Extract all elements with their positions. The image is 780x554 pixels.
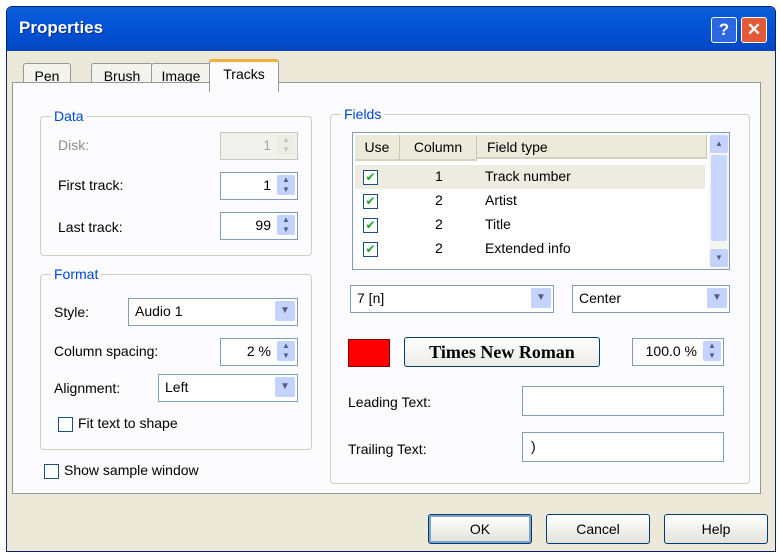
trailing-text-input[interactable]: ) — [522, 432, 724, 462]
use-checkbox[interactable]: ✔ — [363, 218, 378, 233]
column-header-field-type[interactable]: Field type — [477, 135, 707, 159]
chevron-down-icon[interactable]: ▼ — [275, 377, 295, 397]
table-row[interactable]: ✔ 2 Artist — [355, 189, 705, 213]
cancel-button[interactable]: Cancel — [546, 514, 650, 544]
show-sample-checkbox[interactable] — [44, 464, 59, 479]
title-close-button[interactable]: ✕ — [741, 17, 767, 43]
column-cell: 2 — [435, 192, 443, 208]
column-cell: 1 — [435, 168, 443, 184]
list-scrollbar[interactable]: ▲ ▼ — [709, 133, 729, 269]
field-type-cell: Extended info — [485, 240, 571, 256]
column-spacing-value[interactable]: 2 % — [247, 343, 271, 359]
use-checkbox[interactable]: ✔ — [363, 242, 378, 257]
help-button[interactable]: Help — [664, 514, 768, 544]
spin-arrows-icon[interactable]: ▲ ▼ — [277, 215, 295, 235]
disk-value: 1 — [263, 137, 271, 153]
trailing-text-value: ) — [531, 438, 536, 454]
last-track-value[interactable]: 99 — [255, 217, 271, 233]
alignment-value: Left — [165, 379, 189, 395]
spin-arrows-icon[interactable]: ▲ ▼ — [277, 175, 295, 195]
field-align-value: Center — [579, 290, 622, 306]
chevron-down-icon[interactable]: ▼ — [531, 288, 551, 308]
disk-spinner: 1 ▲ ▼ — [220, 132, 298, 160]
spin-arrows-icon[interactable]: ▲ ▼ — [277, 341, 295, 361]
field-format-value: 7 [n] — [357, 290, 385, 306]
scroll-thumb[interactable] — [711, 155, 727, 241]
title-help-button[interactable]: ? — [711, 17, 737, 43]
chevron-down-icon[interactable]: ▼ — [275, 301, 295, 321]
field-type-cell: Title — [485, 216, 511, 232]
table-row[interactable]: ✔ 2 Title — [355, 213, 705, 237]
chevron-down-icon[interactable]: ▼ — [707, 288, 727, 308]
alignment-combo[interactable]: Left ▼ — [158, 374, 298, 402]
title-bar[interactable]: Properties ? ✕ — [7, 7, 775, 51]
last-track-spinner[interactable]: 99 ▲ ▼ — [220, 212, 298, 240]
column-spacing-spinner[interactable]: 2 % ▲ ▼ — [220, 338, 298, 366]
ok-button[interactable]: OK — [428, 514, 532, 544]
last-track-label: Last track: — [58, 219, 123, 235]
scroll-up-icon[interactable]: ▲ — [710, 135, 728, 153]
column-cell: 2 — [435, 216, 443, 232]
color-swatch[interactable] — [348, 339, 390, 367]
column-header-use[interactable]: Use — [355, 135, 400, 161]
leading-text-input[interactable] — [522, 386, 724, 416]
spin-arrows-icon[interactable]: ▲ ▼ — [703, 341, 721, 361]
first-track-spinner[interactable]: 1 ▲ ▼ — [220, 172, 298, 200]
trailing-text-label: Trailing Text: — [348, 441, 427, 457]
column-spacing-label: Column spacing: — [54, 343, 159, 359]
first-track-label: First track: — [58, 177, 124, 193]
leading-text-label: Leading Text: — [348, 394, 432, 410]
column-cell: 2 — [435, 240, 443, 256]
scroll-down-icon[interactable]: ▼ — [710, 249, 728, 267]
fit-text-label[interactable]: Fit text to shape — [78, 415, 178, 431]
dialog-title: Properties — [19, 18, 104, 37]
field-align-combo[interactable]: Center ▼ — [572, 285, 730, 313]
field-type-cell: Track number — [485, 168, 571, 184]
table-row[interactable]: ✔ 2 Extended info — [355, 237, 705, 261]
format-group-label: Format — [51, 266, 102, 282]
style-label: Style: — [54, 304, 90, 320]
show-sample-label[interactable]: Show sample window — [64, 462, 199, 478]
tab-tracks[interactable]: Tracks — [209, 59, 279, 92]
spin-arrows-icon: ▲ ▼ — [277, 135, 295, 155]
fit-text-checkbox[interactable] — [58, 417, 73, 432]
disk-label: Disk: — [58, 137, 90, 153]
alignment-label: Alignment: — [54, 380, 121, 396]
table-row[interactable]: ✔ 1 Track number — [355, 165, 705, 189]
style-combo[interactable]: Audio 1 ▼ — [128, 298, 298, 326]
column-header-column[interactable]: Column — [400, 135, 477, 161]
font-button[interactable]: Times New Roman — [404, 337, 600, 367]
use-checkbox[interactable]: ✔ — [363, 170, 378, 185]
fields-group-label: Fields — [341, 106, 385, 122]
first-track-value[interactable]: 1 — [263, 177, 271, 193]
fields-list[interactable]: Use Column Field type ✔ 1 Track number ✔… — [352, 132, 730, 270]
use-checkbox[interactable]: ✔ — [363, 194, 378, 209]
data-group-label: Data — [51, 108, 87, 124]
field-format-combo[interactable]: 7 [n] ▼ — [350, 285, 554, 313]
field-type-cell: Artist — [485, 192, 517, 208]
style-value: Audio 1 — [135, 303, 183, 319]
scale-value[interactable]: 100.0 % — [646, 343, 697, 359]
scale-spinner[interactable]: 100.0 % ▲ ▼ — [632, 338, 724, 366]
